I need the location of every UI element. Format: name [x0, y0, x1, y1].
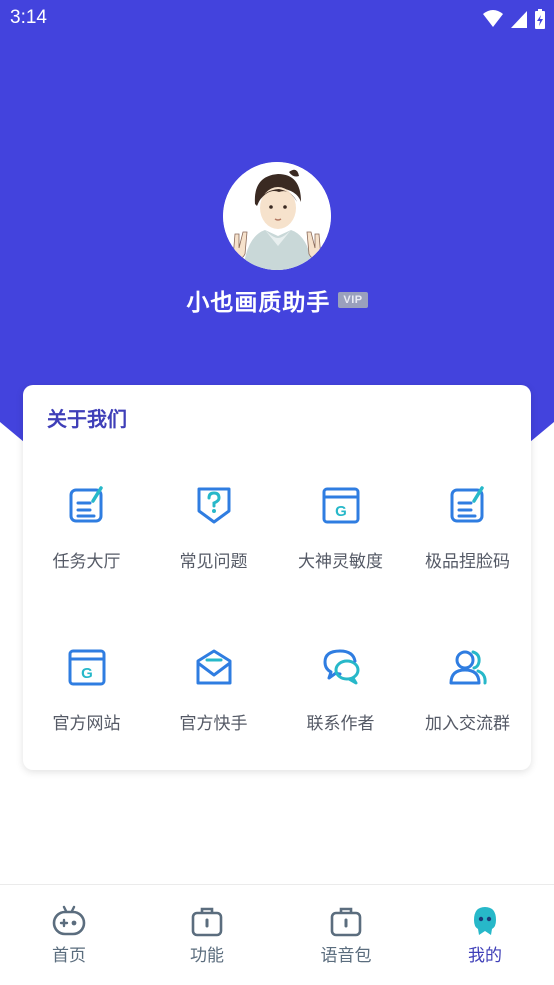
nav-item-features[interactable]: 功能	[138, 885, 276, 985]
toolbox-icon	[330, 907, 362, 937]
svg-text:G: G	[81, 665, 93, 682]
grid-item-faq[interactable]: 常见问题	[150, 485, 277, 595]
browser-g-icon: G	[68, 649, 105, 686]
task-icon	[69, 486, 103, 523]
grid-item-join-group[interactable]: 加入交流群	[404, 647, 531, 757]
wifi-icon	[483, 10, 503, 27]
browser-g-icon: G	[322, 487, 359, 524]
svg-text:G: G	[335, 503, 347, 520]
toolbox-icon	[191, 907, 223, 937]
grid-item-label: 任务大厅	[52, 552, 121, 572]
battery-icon	[535, 9, 545, 29]
nav-item-home[interactable]: 首页	[0, 885, 138, 985]
grid-item-label: 常见问题	[179, 552, 248, 572]
mail-icon	[196, 649, 231, 685]
nav-label: 功能	[190, 946, 224, 966]
profile-name: 小也画质助手	[186, 290, 331, 316]
bottom-nav: 首页 功能 语音包 我的	[0, 884, 554, 985]
avatar-illustration	[223, 162, 331, 270]
nav-item-mine[interactable]: 我的	[416, 885, 554, 985]
nav-label: 我的	[468, 946, 502, 966]
grid-item-label: 极品捏脸码	[425, 552, 510, 572]
user-blob-icon	[474, 907, 496, 935]
grid-item-label: 官方网站	[52, 714, 121, 734]
vip-badge: VIP	[338, 292, 368, 308]
question-shield-icon	[197, 487, 230, 524]
grid-item-face-code[interactable]: 极品捏脸码	[404, 485, 531, 595]
status-icons	[482, 8, 546, 30]
gamepad-icon	[52, 905, 86, 936]
avatar[interactable]	[223, 162, 331, 270]
nav-label: 首页	[52, 946, 86, 966]
group-icon	[449, 650, 487, 685]
grid-item-contact-author[interactable]: 联系作者	[277, 647, 404, 757]
grid-item-label: 加入交流群	[425, 714, 510, 734]
nav-label: 语音包	[320, 946, 372, 966]
about-card: 关于我们 任务大厅 常见问题 G 大神灵敏度 极品捏脸码 G 官方网站 官方快手…	[23, 385, 531, 770]
nav-item-voice-pack[interactable]: 语音包	[277, 885, 415, 985]
status-time: 3:14	[10, 7, 47, 28]
signal-icon	[511, 11, 527, 28]
grid-item-official-kuaishou[interactable]: 官方快手	[150, 647, 277, 757]
profile-name-row: 小也画质助手 VIP	[0, 283, 554, 317]
grid-item-task-hall[interactable]: 任务大厅	[23, 485, 150, 595]
status-bar: 3:14	[0, 0, 554, 40]
grid-item-label: 官方快手	[179, 714, 248, 734]
task-icon	[450, 486, 484, 523]
grid-item-official-site[interactable]: G 官方网站	[23, 647, 150, 757]
grid-item-label: 联系作者	[306, 714, 375, 734]
chat-icon	[323, 649, 359, 685]
card-title: 关于我们	[47, 407, 127, 431]
grid-item-label: 大神灵敏度	[298, 552, 383, 572]
grid-item-sensitivity[interactable]: G 大神灵敏度	[277, 485, 404, 595]
